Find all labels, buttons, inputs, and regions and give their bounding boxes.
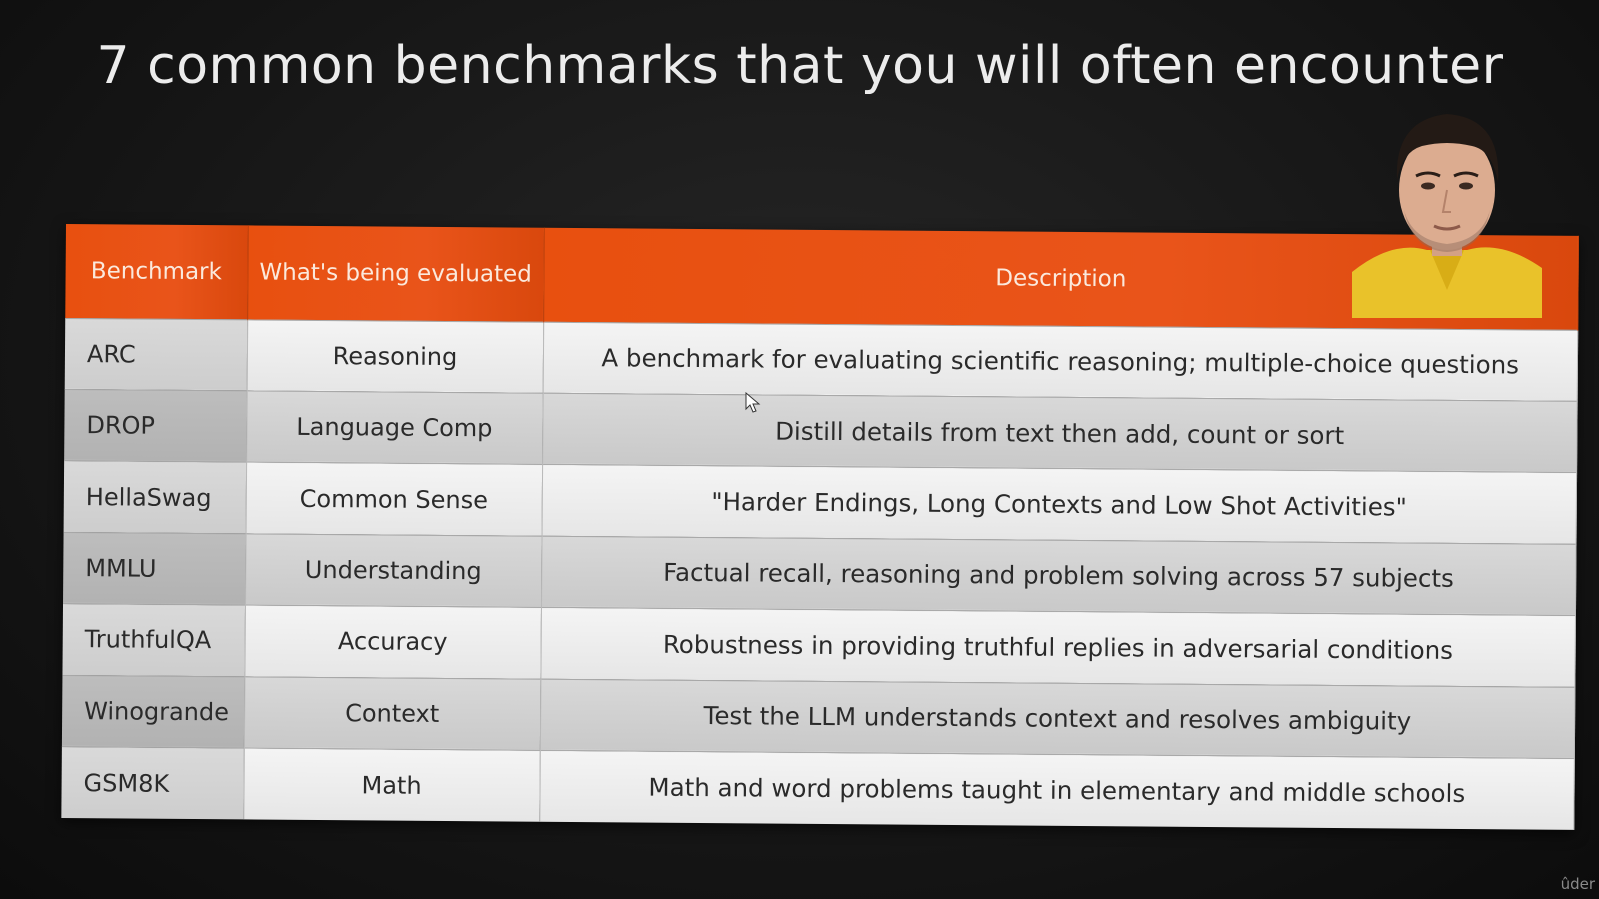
watermark-text: ûder bbox=[1560, 875, 1595, 893]
benchmark-description: Factual recall, reasoning and problem so… bbox=[541, 536, 1577, 616]
benchmark-name: DROP bbox=[64, 389, 247, 463]
benchmark-evaluated: Accuracy bbox=[244, 605, 542, 679]
benchmark-name: Winogrande bbox=[61, 675, 245, 748]
benchmark-name: TruthfulQA bbox=[62, 603, 246, 677]
benchmark-evaluated: Context bbox=[243, 676, 541, 751]
benchmark-description: "Harder Endings, Long Contexts and Low S… bbox=[541, 464, 1577, 545]
presenter-avatar bbox=[1352, 114, 1542, 318]
table-row: Winogrande Context Test the LLM understa… bbox=[61, 675, 1575, 759]
header-benchmark: Benchmark bbox=[65, 224, 248, 320]
benchmark-evaluated: Language Comp bbox=[246, 390, 543, 465]
benchmark-description: Math and word problems taught in element… bbox=[539, 750, 1575, 830]
slide-title: 7 common benchmarks that you will often … bbox=[96, 36, 1504, 96]
table-row: ARC Reasoning A benchmark for evaluating… bbox=[64, 317, 1578, 402]
table-row: TruthfulQA Accuracy Robustness in provid… bbox=[62, 603, 1576, 687]
benchmark-name: GSM8K bbox=[61, 746, 244, 820]
benchmark-evaluated: Reasoning bbox=[246, 319, 544, 394]
table-row: DROP Language Comp Distill details from … bbox=[64, 389, 1578, 473]
benchmark-name: MMLU bbox=[63, 532, 246, 606]
presenter-video bbox=[1352, 100, 1542, 318]
benchmark-description: Test the LLM understands context and res… bbox=[539, 678, 1575, 759]
table-row: HellaSwag Common Sense "Harder Endings, … bbox=[63, 460, 1577, 545]
table-row: MMLU Understanding Factual recall, reaso… bbox=[63, 532, 1577, 616]
header-evaluated: What's being evaluated bbox=[247, 225, 544, 322]
benchmark-name: ARC bbox=[64, 317, 248, 391]
table-row: GSM8K Math Math and word problems taught… bbox=[61, 746, 1575, 830]
benchmark-evaluated: Understanding bbox=[245, 533, 542, 608]
benchmark-name: HellaSwag bbox=[63, 460, 247, 534]
benchmark-evaluated: Common Sense bbox=[245, 462, 543, 537]
benchmark-description: Robustness in providing truthful replies… bbox=[540, 607, 1576, 687]
benchmark-description: Distill details from text then add, coun… bbox=[542, 393, 1578, 473]
benchmark-description: A benchmark for evaluating scientific re… bbox=[542, 321, 1578, 402]
benchmark-evaluated: Math bbox=[243, 747, 540, 822]
